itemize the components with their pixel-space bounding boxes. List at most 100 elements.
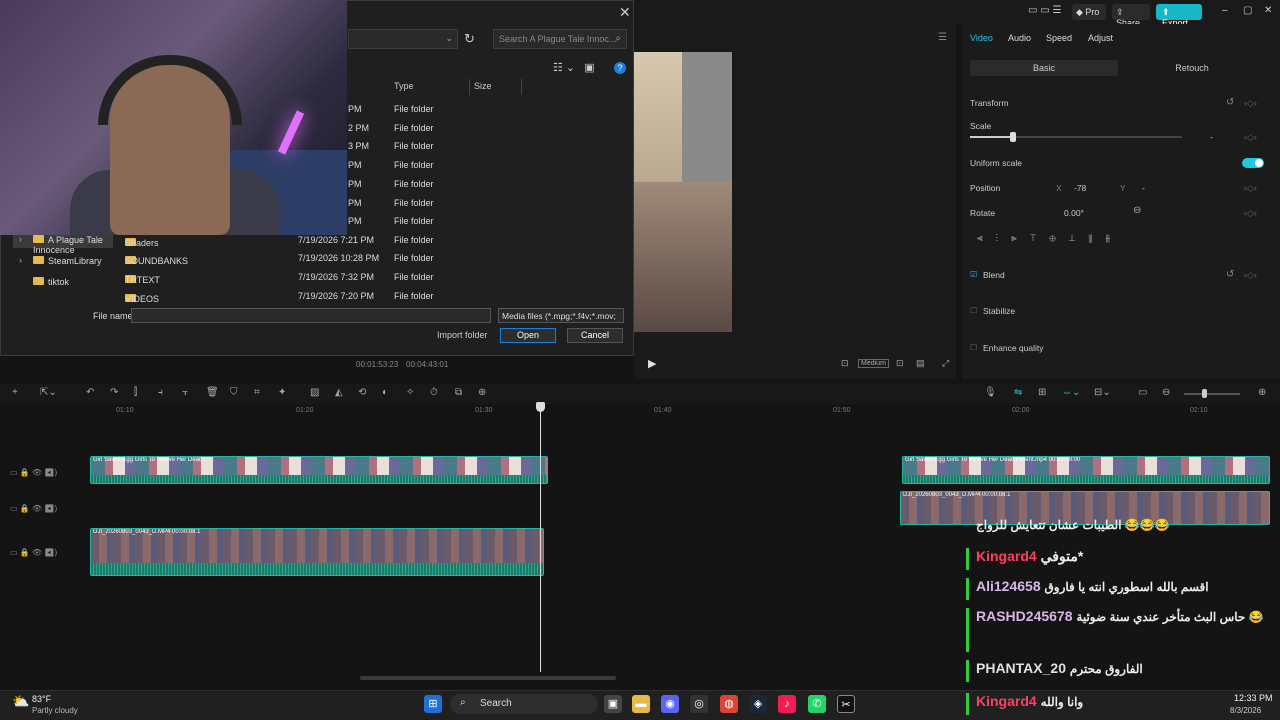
mask-icon[interactable]: ◐: [382, 387, 388, 398]
undo-icon[interactable]: ↶: [86, 387, 94, 398]
keyframe-icon[interactable]: ‹◇›: [1244, 98, 1257, 109]
video-clip[interactable]: DJI_20260803_0043_D.MP4 00:00:08:1: [90, 528, 544, 576]
caption-icon[interactable]: ▭: [1138, 387, 1147, 398]
dialog-close-icon[interactable]: ✕: [619, 4, 631, 21]
cancel-button[interactable]: Cancel: [567, 328, 623, 343]
align-buttons-icon[interactable]: ⫷⫶⫸⊤⊕⊥⫴⫵: [977, 233, 1123, 244]
split-icon[interactable]: ⫿: [134, 387, 137, 398]
subtab-retouch[interactable]: Retouch: [1118, 60, 1266, 76]
tab-adjust[interactable]: Adjust: [1088, 33, 1113, 43]
ai-icon[interactable]: ✧: [406, 387, 414, 398]
file-name-input[interactable]: [131, 308, 491, 323]
address-bar[interactable]: ⌄: [348, 29, 458, 49]
obs-icon[interactable]: ◎: [690, 695, 708, 713]
help-icon[interactable]: ?: [614, 62, 626, 74]
export-button[interactable]: ⬆ Export: [1156, 4, 1202, 28]
column-size[interactable]: Size: [474, 81, 492, 95]
track-controls[interactable]: ▭ 🔒 👁 ◀): [10, 504, 57, 513]
split-left-icon[interactable]: ⫞: [158, 387, 163, 398]
open-button[interactable]: Open: [500, 328, 556, 343]
chevron-right-icon[interactable]: ›: [19, 255, 22, 265]
keyframe-icon[interactable]: ‹◇›: [1244, 183, 1257, 194]
column-type[interactable]: Type: [394, 81, 414, 95]
file-row[interactable]: TRTEXT 7/19/2026 7:32 PM File folder: [117, 269, 629, 287]
track-controls[interactable]: ▭ 🔒 👁 ◀): [10, 468, 57, 477]
redo-icon[interactable]: ↷: [110, 387, 118, 398]
zoom-out-icon[interactable]: ⊖: [1162, 387, 1170, 398]
play-icon[interactable]: ▶: [648, 357, 656, 370]
speed-tool-icon[interactable]: ⏱: [430, 387, 438, 398]
zoom-fit-timeline-icon[interactable]: ⊟⌄: [1094, 387, 1111, 398]
chevron-down-icon[interactable]: ⌄: [445, 33, 453, 44]
stabilize-label[interactable]: Stabilize: [983, 306, 1015, 316]
tiktok-icon[interactable]: ♪: [778, 695, 796, 713]
video-clip[interactable]: Girl Saves Egg Girls To Revive Her Dead …: [902, 456, 1270, 484]
playhead-handle[interactable]: [536, 402, 545, 412]
list-item[interactable]: PM File folder: [348, 213, 628, 231]
timeline-scrollbar[interactable]: [360, 676, 616, 680]
file-explorer-icon[interactable]: ▬: [632, 695, 650, 713]
tab-video[interactable]: Video: [970, 33, 993, 43]
add-icon[interactable]: +: [12, 387, 18, 398]
chrome-icon[interactable]: ◍: [720, 695, 738, 713]
stabilize-checkbox-icon[interactable]: ☐: [970, 306, 977, 315]
file-type-select[interactable]: Media files (*.mpg;*.f4v;*.mov;: [498, 308, 624, 323]
list-item[interactable]: PM File folder: [348, 157, 628, 175]
share-button[interactable]: ⇪ Share: [1112, 4, 1150, 28]
scale-value[interactable]: -: [1210, 132, 1213, 144]
playhead[interactable]: [540, 404, 541, 672]
list-item[interactable]: PM File folder: [348, 195, 628, 213]
enhance-checkbox-icon[interactable]: ☐: [970, 343, 977, 352]
keyframe-icon[interactable]: ‹◇›: [1244, 208, 1257, 219]
task-view-icon[interactable]: ▣: [604, 695, 622, 713]
ratio-icon[interactable]: ⊡: [841, 358, 849, 369]
snap-icon[interactable]: ⊞: [1038, 387, 1046, 398]
layout-icon[interactable]: ▭ ▭ ☰: [1028, 5, 1061, 16]
track-controls[interactable]: ▭ 🔒 👁 ◀): [10, 548, 57, 557]
start-icon[interactable]: ⊞: [424, 695, 442, 713]
compare-icon[interactable]: ▤: [916, 358, 925, 369]
blend-label[interactable]: Blend: [983, 270, 1005, 280]
fullscreen-icon[interactable]: ⤢: [942, 358, 949, 369]
mirror-icon[interactable]: ◭: [335, 387, 343, 398]
taskbar-search[interactable]: ⌕ Search: [450, 694, 598, 714]
weather-icon[interactable]: ⛅: [12, 693, 29, 710]
zoom-slider-knob[interactable]: [1202, 389, 1207, 398]
file-row[interactable]: SOUNDBANKS 7/19/2026 10:28 PM File folder: [117, 250, 629, 268]
transform-heading[interactable]: Transform: [970, 98, 1008, 108]
zoom-fit-icon[interactable]: ⊡: [896, 358, 904, 369]
list-item[interactable]: PM File folder: [348, 101, 628, 119]
nav-item[interactable]: tiktok: [13, 274, 113, 290]
quality-button[interactable]: Medium: [858, 359, 889, 368]
menu-icon[interactable]: ☰: [938, 32, 947, 43]
view-options-icon[interactable]: ☷ ⌄ ▣: [553, 61, 595, 74]
link-icon[interactable]: ⇋: [1014, 387, 1022, 398]
discord-icon[interactable]: ◉: [661, 695, 679, 713]
auto-cut-icon[interactable]: ⊕: [478, 387, 486, 398]
keyframe-icon[interactable]: ‹◇›: [1244, 270, 1257, 281]
scale-slider-knob[interactable]: [1010, 132, 1016, 142]
pro-button[interactable]: ◆ Pro: [1072, 4, 1106, 20]
tab-audio[interactable]: Audio: [1008, 33, 1031, 43]
weather-temp[interactable]: 83°F: [32, 694, 51, 704]
refresh-icon[interactable]: ↻: [464, 31, 475, 47]
maximize-icon[interactable]: ▢: [1243, 5, 1252, 16]
crop-icon[interactable]: ⌗: [254, 387, 260, 398]
enhance-quality-label[interactable]: Enhance quality: [983, 343, 1044, 353]
subtab-basic[interactable]: Basic: [970, 60, 1118, 76]
weather-desc[interactable]: Partly cloudy: [32, 706, 78, 715]
chevron-right-icon[interactable]: ›: [19, 234, 22, 244]
freeze-icon[interactable]: ▧: [310, 387, 319, 398]
nav-item[interactable]: › SteamLibrary: [13, 253, 113, 269]
blend-checkbox-icon[interactable]: ☑: [970, 270, 977, 279]
position-y-input[interactable]: -: [1142, 183, 1145, 195]
rotate-tool-icon[interactable]: ⟲: [358, 387, 366, 398]
close-window-icon[interactable]: ✕: [1264, 5, 1272, 16]
keyframe-icon[interactable]: ‹◇›: [1244, 132, 1257, 143]
preview-axis-icon[interactable]: ⇔⌄: [1062, 387, 1080, 398]
delete-icon[interactable]: 🗑: [206, 387, 219, 398]
list-item[interactable]: PM File folder: [348, 176, 628, 194]
video-clip[interactable]: Girl Saves Egg Girls To Revive Her Dead …: [90, 456, 548, 484]
whatsapp-icon[interactable]: ✆: [808, 695, 826, 713]
steam-icon[interactable]: ◈: [749, 695, 767, 713]
